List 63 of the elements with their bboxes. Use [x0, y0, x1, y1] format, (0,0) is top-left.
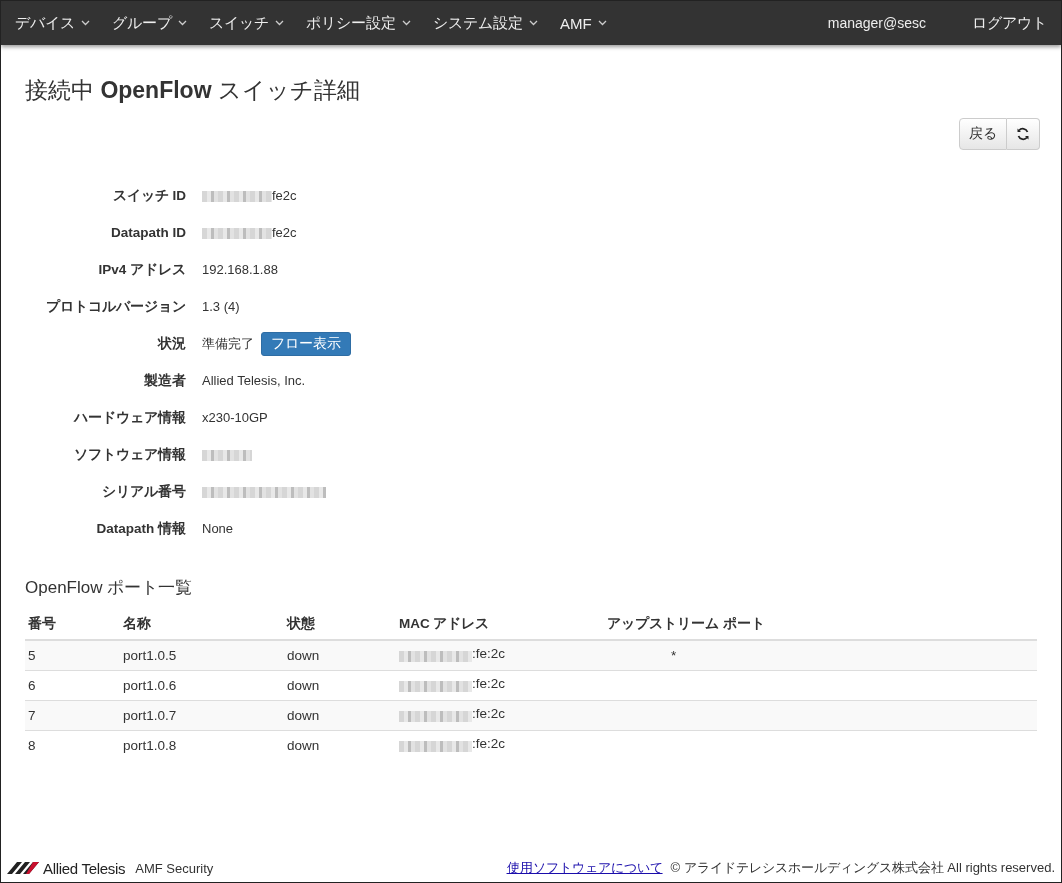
detail-label: ソフトウェア情報: [73, 446, 186, 464]
detail-value: None: [202, 520, 234, 538]
table-cell: :fe:2c: [472, 676, 506, 691]
detail-value: fe2c: [272, 224, 297, 242]
detail-label: 状況: [156, 335, 186, 353]
detail-label: IPv4 アドレス: [97, 261, 186, 279]
detail-label: 製造者: [143, 372, 186, 390]
chevron-down-icon: [275, 20, 284, 26]
detail-value: 192.168.1.88: [202, 261, 278, 279]
detail-value: 準備完了: [202, 335, 254, 353]
refresh-icon: [1016, 127, 1030, 141]
nav-menu[interactable]: AMF: [560, 14, 607, 32]
detail-label: シリアル番号: [101, 483, 186, 501]
table-cell: 5: [25, 640, 120, 671]
chevron-down-icon: [529, 20, 538, 26]
table-cell: port1.0.8: [120, 730, 284, 760]
nav-menu[interactable]: ポリシー設定: [306, 13, 411, 33]
table-cell: 6: [25, 670, 120, 701]
detail-value: Allied Telesis, Inc.: [202, 372, 306, 390]
chevron-down-icon: [402, 20, 411, 26]
table-cell: port1.0.6: [120, 670, 284, 701]
page-title: 接続中 OpenFlow スイッチ詳細: [25, 76, 361, 105]
detail-label: ハードウェア情報: [72, 409, 186, 427]
table-cell: :fe:2c: [472, 706, 506, 721]
nav-menu[interactable]: スイッチ: [209, 13, 284, 33]
redacted-block: [202, 450, 252, 461]
nav-menu[interactable]: グループ: [112, 13, 187, 33]
table-cell: down: [284, 700, 396, 731]
table-cell: port1.0.7: [120, 700, 284, 731]
logo-text: Allied Telesis: [43, 859, 126, 877]
detail-value: fe2c: [272, 187, 297, 205]
logout-link[interactable]: ログアウト: [972, 13, 1047, 33]
detail-label: スイッチ ID: [111, 187, 186, 205]
back-button[interactable]: 戻る: [959, 118, 1007, 150]
table-cell-text: *: [670, 648, 677, 663]
detail-label: Datapath ID: [110, 224, 186, 242]
table-cell: 7: [25, 700, 120, 731]
redacted-block: [202, 191, 272, 202]
detail-value: x230-10GP: [202, 409, 268, 427]
nav-menu[interactable]: システム設定: [433, 13, 538, 33]
detail-label: Datapath 情報: [95, 520, 186, 538]
product-name: AMF Security: [135, 860, 214, 876]
chevron-down-icon: [597, 20, 607, 26]
username: manager@sesc: [827, 15, 926, 31]
software-info-link[interactable]: 使用ソフトウェアについて: [506, 859, 663, 877]
copyright-text: © アライドテレシスホールディングス株式会社 All rights reserved.: [670, 859, 1055, 877]
detail-label: プロトコルバージョン: [45, 298, 186, 316]
show-flows-button[interactable]: フロー表示: [261, 332, 351, 356]
refresh-button[interactable]: [1007, 118, 1040, 150]
table-cell: down: [284, 730, 396, 760]
logo-icon: [7, 862, 39, 874]
table-cell: :fe:2c: [472, 736, 506, 751]
nav-menu[interactable]: デバイス: [15, 13, 90, 33]
chevron-down-icon: [81, 20, 90, 26]
table-cell: down: [284, 640, 396, 671]
chevron-down-icon: [178, 20, 187, 26]
detail-value: 1.3 (4): [202, 298, 240, 316]
table-cell: :fe:2c: [472, 646, 506, 661]
section-title: OpenFlow ポート一覧: [25, 577, 194, 599]
redacted-block: [202, 228, 272, 239]
table-cell: port1.0.5: [120, 640, 284, 671]
table-cell: down: [284, 670, 396, 701]
table-cell: 8: [25, 730, 120, 760]
